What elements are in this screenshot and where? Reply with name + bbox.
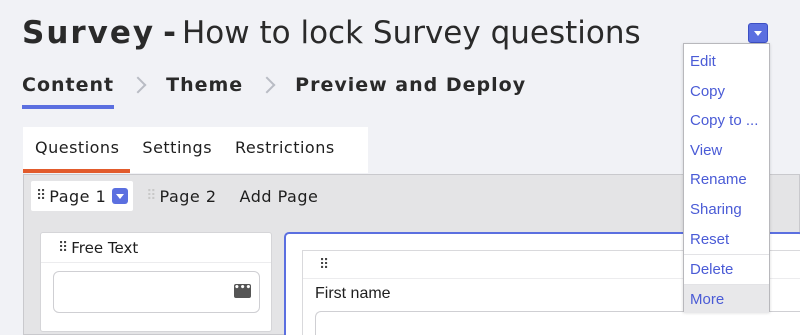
drag-handle-icon[interactable]: ⠿	[319, 257, 329, 273]
survey-actions-menu: Edit Copy Copy to ... View Rename Sharin…	[683, 43, 770, 314]
chevron-right-icon	[258, 76, 276, 94]
content-tabs: Questions Settings Restrictions	[23, 127, 368, 173]
menu-item-sharing[interactable]: Sharing	[684, 195, 769, 225]
step-content[interactable]: Content	[22, 74, 115, 109]
tab-settings[interactable]: Settings	[130, 127, 223, 173]
page-tab-label: Page 1	[49, 186, 107, 206]
free-text-preview-field: •••	[53, 271, 260, 313]
survey-actions-dropdown-button[interactable]	[748, 23, 768, 43]
drag-handle-icon[interactable]: ⠿	[36, 188, 46, 204]
palette-item-header: ⠿ Free Text	[41, 233, 271, 263]
menu-item-view[interactable]: View	[684, 136, 769, 166]
add-page-button[interactable]: Add Page	[240, 187, 319, 206]
title-separator: -	[163, 15, 176, 51]
palette-item-free-text[interactable]: ⠿ Free Text •••	[40, 232, 272, 332]
menu-item-reset[interactable]: Reset	[684, 225, 769, 255]
menu-item-rename[interactable]: Rename	[684, 165, 769, 195]
menu-item-copy[interactable]: Copy	[684, 77, 769, 107]
drag-handle-icon[interactable]: ⠿	[146, 188, 156, 204]
palette-item-label: Free Text	[71, 238, 139, 257]
step-theme[interactable]: Theme	[166, 74, 243, 96]
chevron-right-icon	[129, 76, 147, 94]
workflow-steps: Content Theme Preview and Deploy	[22, 70, 526, 109]
page-tab-label: Page 2	[159, 186, 217, 206]
tab-restrictions[interactable]: Restrictions	[223, 127, 346, 173]
title-prefix: Survey	[22, 15, 156, 51]
page-tab-1[interactable]: ⠿ Page 1	[31, 181, 134, 211]
page-dropdown-button[interactable]	[112, 188, 129, 204]
menu-item-copy-to[interactable]: Copy to ...	[684, 106, 769, 136]
survey-name: How to lock Survey questions	[182, 15, 641, 51]
page-title: Survey - How to lock Survey questions	[22, 10, 641, 56]
page-tab-2[interactable]: ⠿ Page 2	[141, 181, 221, 211]
menu-item-more[interactable]: More	[684, 283, 769, 314]
step-preview-deploy[interactable]: Preview and Deploy	[295, 74, 526, 96]
question-label: First name	[315, 285, 391, 302]
more-dots-icon: •••	[234, 284, 251, 298]
drag-handle-icon[interactable]: ⠿	[58, 240, 68, 256]
menu-item-edit[interactable]: Edit	[684, 47, 769, 77]
menu-item-delete[interactable]: Delete	[684, 254, 769, 284]
first-name-input[interactable]	[315, 311, 800, 335]
tab-questions[interactable]: Questions	[23, 127, 131, 173]
